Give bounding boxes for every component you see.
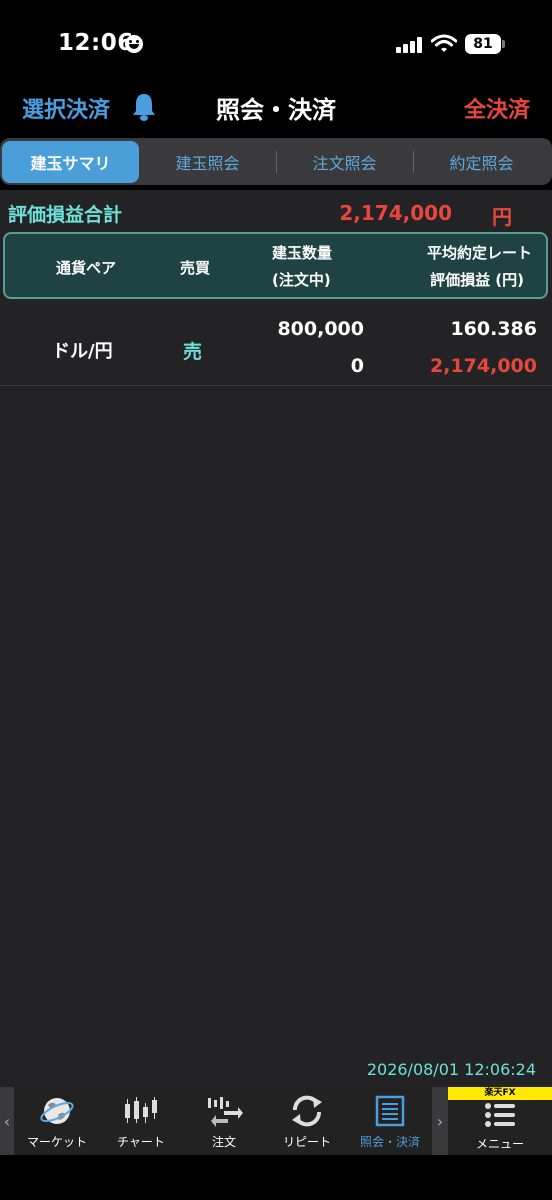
row-avg-rate: 160.386 [450, 318, 537, 340]
home-indicator-area [0, 1155, 552, 1200]
header-pending: (注文中) [272, 271, 331, 289]
wifi-icon [431, 34, 457, 52]
table-header: 通貨ペア 売買 建玉数量 (注文中) 平均約定レート 評価損益 (円) [3, 232, 548, 299]
status-bar: 12:06 81 [0, 0, 552, 84]
battery-tip [502, 40, 505, 48]
scroll-right-arrow[interactable]: › [432, 1087, 448, 1155]
settle-all-button[interactable]: 全決済 [464, 92, 530, 124]
cellular-signal-icon [396, 37, 423, 53]
nav-order[interactable]: 注文 [182, 1087, 266, 1155]
tab-position-inquiry[interactable]: 建玉照会 [139, 141, 276, 183]
tab-position-summary[interactable]: 建玉サマリ [2, 140, 139, 183]
candlestick-chart-icon [125, 1097, 157, 1123]
nav-market[interactable]: マーケット [14, 1087, 100, 1155]
row-pending: 0 [350, 355, 364, 377]
nav-chart-label: チャート [117, 1135, 165, 1149]
nav-order-label: 注文 [211, 1135, 236, 1149]
nav-repeat[interactable]: リピート [266, 1087, 348, 1155]
nav-inquiry-settlement[interactable]: 照会・決済 [348, 1087, 432, 1155]
order-icon [208, 1097, 243, 1127]
nav-market-label: マーケット [26, 1135, 87, 1149]
row-pnl: 2,174,000 [430, 355, 537, 377]
nav-inquiry-settlement-label: 照会・決済 [359, 1135, 420, 1149]
header-side: 売買 [180, 259, 211, 277]
bottom-nav: ‹ マーケット チャート 注文 リピート 照会・決済 › 楽天FX メニュー [0, 1087, 552, 1155]
tab-execution-inquiry[interactable]: 約定照会 [413, 141, 550, 183]
row-quantity: 800,000 [277, 318, 364, 340]
globe-icon [40, 1098, 74, 1124]
smiley-icon [125, 35, 143, 53]
header-pnl: 評価損益 (円) [430, 271, 524, 289]
row-side: 売 [183, 341, 203, 363]
document-list-icon [375, 1095, 405, 1127]
tab-bar: 建玉サマリ 建玉照会 注文照会 約定照会 [0, 138, 552, 185]
pnl-total-label: 評価損益合計 [8, 204, 123, 226]
update-timestamp: 2026/08/01 12:06:24 [366, 1060, 536, 1079]
content-area: 評価損益合計 2,174,000 円 通貨ペア 売買 建玉数量 (注文中) 平均… [0, 190, 552, 1087]
header-quantity: 建玉数量 [272, 244, 333, 262]
pnl-total-value: 2,174,000 [339, 201, 452, 225]
row-currency-pair: ドル/円 [52, 341, 113, 362]
menu-list-icon [485, 1103, 515, 1127]
nav-menu-label: メニュー [475, 1137, 524, 1151]
nav-menu[interactable]: 楽天FX メニュー [448, 1087, 552, 1155]
brand-badge: 楽天FX [448, 1087, 552, 1100]
scroll-left-arrow[interactable]: ‹ [0, 1087, 14, 1155]
nav-chart[interactable]: チャート [100, 1087, 182, 1155]
header-currency-pair: 通貨ペア [56, 259, 117, 277]
header-avg-rate: 平均約定レート [426, 244, 532, 262]
pnl-total-unit: 円 [492, 205, 512, 229]
nav-bar: 選択決済 照会・決済 全決済 [0, 84, 552, 136]
table-row[interactable]: ドル/円 売 800,000 0 160.386 2,174,000 [0, 308, 552, 386]
status-time: 12:06 [58, 30, 134, 56]
tab-order-inquiry[interactable]: 注文照会 [276, 141, 413, 183]
battery-icon: 81 [465, 34, 501, 54]
repeat-icon [292, 1095, 322, 1127]
nav-repeat-label: リピート [282, 1135, 331, 1149]
pnl-summary-row: 評価損益合計 2,174,000 円 [0, 190, 552, 230]
